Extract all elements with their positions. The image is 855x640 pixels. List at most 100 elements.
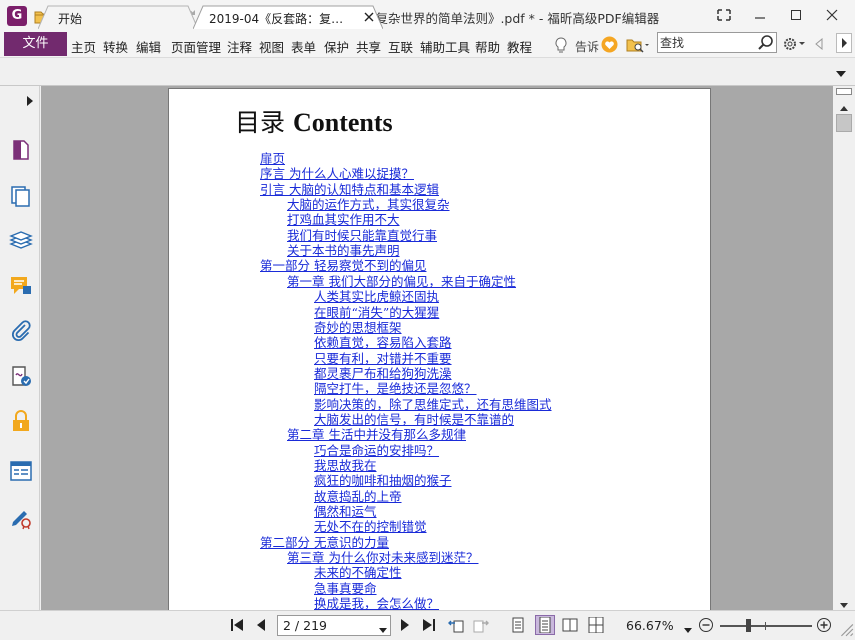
single-page-view-icon[interactable]	[510, 617, 526, 633]
tab-document-label: 2019-04《反套路：复…	[209, 12, 344, 26]
file-menu-button[interactable]: 文件	[4, 32, 67, 56]
ribbon-scroll-left-icon[interactable]	[814, 37, 824, 51]
pages-icon[interactable]	[9, 184, 33, 208]
heart-icon[interactable]	[601, 36, 618, 53]
last-page-icon[interactable]	[421, 617, 437, 633]
tab-start[interactable]: 开始	[38, 5, 198, 29]
expand-panel-icon[interactable]	[26, 95, 34, 106]
toc-link[interactable]: 人类其实比虎鲸还固执	[314, 289, 439, 304]
layers-icon[interactable]	[9, 229, 33, 253]
toc-link[interactable]: 大脑发出的信号，有时候是不靠谱的	[314, 412, 514, 427]
toc-link[interactable]: 第二章 生活中并没有那么多规律	[287, 427, 466, 442]
signature-icon[interactable]	[9, 364, 33, 388]
menu-connect[interactable]: 互联	[388, 37, 413, 56]
toc-link[interactable]: 未来的不确定性	[314, 565, 402, 580]
toc-link[interactable]: 序言 为什么人心难以捉摸？	[260, 166, 414, 181]
menu-protect[interactable]: 保护	[324, 37, 349, 56]
toc-link[interactable]: 扉页	[260, 151, 285, 166]
zoom-slider[interactable]	[720, 625, 812, 627]
toc-link[interactable]: 偶然和运气	[314, 504, 377, 519]
maximize-icon[interactable]	[783, 4, 809, 26]
app-logo-icon: G	[7, 6, 27, 26]
comments-icon[interactable]	[9, 274, 33, 298]
next-page-icon[interactable]	[397, 617, 413, 633]
toc-link[interactable]: 第一章 我们大部分的偏见，来自于确定性	[287, 274, 516, 289]
toc-link[interactable]: 换成是我，会怎么做？	[314, 596, 439, 610]
toc-link[interactable]: 巧合是命运的安排吗？	[314, 443, 439, 458]
zoom-level: 66.67%	[626, 618, 674, 633]
toc-link[interactable]: 疯狂的咖啡和抽烟的猴子	[314, 473, 452, 488]
toc-link[interactable]: 打鸡血其实作用不大	[287, 212, 400, 227]
menu-view[interactable]: 视图	[259, 37, 284, 56]
toc-link[interactable]: 我们有时候只能靠直觉行事	[287, 228, 437, 243]
security-icon[interactable]	[9, 409, 33, 433]
zoom-slider-tick	[765, 622, 766, 630]
fill-sign-icon[interactable]	[9, 506, 33, 530]
minimize-icon[interactable]	[747, 4, 773, 26]
toc-link[interactable]: 只要有利，对错并不重要	[314, 351, 452, 366]
previous-page-icon[interactable]	[253, 617, 269, 633]
resize-grip-icon[interactable]	[838, 621, 854, 637]
toc-link[interactable]: 都灵裹尸布和给狗狗洗澡	[314, 366, 452, 381]
menu-home[interactable]: 主页	[71, 37, 96, 56]
toc-link[interactable]: 急事真要命	[314, 581, 377, 596]
menu-tutorial[interactable]: 教程	[507, 37, 532, 56]
toc-link[interactable]: 第二部分 无意识的力量	[260, 535, 389, 550]
tab-close-icon[interactable]	[363, 11, 375, 23]
toc-link[interactable]: 关于本书的事先声明	[287, 243, 400, 258]
scroll-up-icon[interactable]	[839, 100, 849, 111]
document-canvas[interactable]: 目录 Contents 扉页 序言 为什么人心难以捉摸？ 引言 大脑的认知特点和基本…	[41, 86, 833, 610]
continuous-view-icon[interactable]	[535, 615, 555, 635]
toc-link[interactable]: 引言 大脑的认知特点和基本逻辑	[260, 182, 439, 197]
toc-link[interactable]: 第三章 为什么你对未来感到迷茫？	[287, 550, 478, 565]
toc-link[interactable]: 我思故我在	[314, 458, 377, 473]
form-fields-icon[interactable]	[9, 459, 33, 483]
menu-help[interactable]: 帮助	[475, 37, 500, 56]
find-folder-icon[interactable]	[626, 36, 650, 54]
vertical-scrollbar[interactable]	[833, 86, 855, 610]
fullscreen-icon[interactable]	[711, 4, 737, 26]
page-number-select[interactable]: 2 / 219	[277, 615, 391, 636]
ribbon-scroll-right-button[interactable]	[836, 33, 852, 53]
toc-link[interactable]: 大脑的运作方式，其实很复杂	[287, 197, 450, 212]
menu-convert[interactable]: 转换	[103, 37, 128, 56]
toc-link[interactable]: 第一部分 轻易察觉不到的偏见	[260, 258, 426, 273]
search-box[interactable]	[657, 32, 777, 53]
continuous-facing-view-icon[interactable]	[588, 617, 604, 633]
scrollbar-thumb[interactable]	[836, 114, 852, 132]
tab-list-chevron-down-icon[interactable]	[834, 68, 848, 78]
menu-accessibility[interactable]: 辅助工具	[420, 37, 470, 56]
tell-me-label[interactable]: 告诉	[575, 38, 599, 55]
toc-link[interactable]: 隔空打牛，是绝技还是忽悠？	[314, 381, 477, 396]
facing-view-icon[interactable]	[562, 617, 578, 633]
zoom-slider-thumb[interactable]	[746, 619, 751, 632]
menu-share[interactable]: 共享	[356, 37, 381, 56]
scroll-down-icon[interactable]	[839, 598, 849, 608]
previous-view-icon[interactable]	[448, 617, 464, 633]
toc-link[interactable]: 在眼前“消失”的大猩猩	[314, 305, 439, 320]
first-page-icon[interactable]	[229, 617, 245, 633]
attachments-icon[interactable]	[9, 319, 33, 343]
split-view-handle[interactable]	[836, 88, 852, 95]
search-input[interactable]	[660, 34, 756, 51]
search-icon[interactable]	[757, 34, 774, 51]
next-view-icon[interactable]	[473, 617, 489, 633]
toc-link[interactable]: 故意捣乱的上帝	[314, 489, 402, 504]
toc-link[interactable]: 无处不在的控制错觉	[314, 519, 427, 534]
zoom-out-icon[interactable]	[698, 617, 714, 633]
menu-form[interactable]: 表单	[291, 37, 316, 56]
menu-edit[interactable]: 编辑	[136, 37, 161, 56]
lightbulb-icon[interactable]	[553, 36, 569, 54]
tab-document[interactable]: 2019-04《反套路：复…	[193, 5, 383, 29]
toc-link[interactable]: 影响决策的，除了思维定式，还有思维图式	[314, 397, 552, 412]
zoom-in-icon[interactable]	[816, 617, 832, 633]
page-thumbnail-icon[interactable]	[9, 138, 33, 162]
chevron-down-icon[interactable]	[379, 623, 387, 633]
menu-organize[interactable]: 页面管理	[171, 37, 221, 56]
close-icon[interactable]	[819, 4, 845, 26]
gear-icon[interactable]	[782, 36, 806, 52]
menu-comment[interactable]: 注释	[227, 37, 252, 56]
toc-link[interactable]: 依赖直觉，容易陷入套路	[314, 335, 452, 350]
zoom-chevron-down-icon[interactable]	[684, 623, 692, 633]
toc-link[interactable]: 奇妙的思想框架	[314, 320, 402, 335]
